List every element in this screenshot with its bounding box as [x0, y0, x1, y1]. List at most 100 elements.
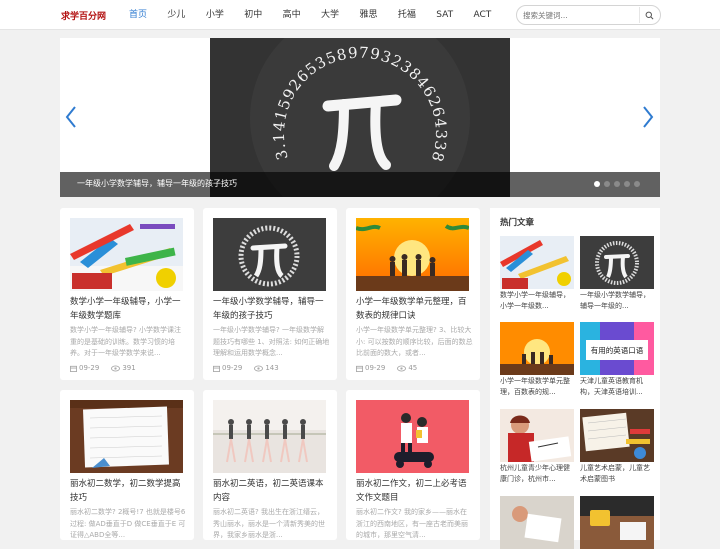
pi-chalkboard-image: [213, 218, 326, 291]
hot-article-title[interactable]: 小学一年级数学单元整理，百数表的规...: [500, 376, 574, 398]
carousel-dot[interactable]: [624, 181, 630, 187]
hot-article-thumbnail[interactable]: [500, 322, 574, 375]
calendar-icon: [213, 365, 220, 372]
pi-chalkboard-image: [580, 236, 654, 289]
banner-caption[interactable]: 一年级小学数学辅导，辅导一年级的孩子技巧: [77, 178, 237, 189]
nav-home[interactable]: 首页: [121, 0, 155, 30]
nav-kids[interactable]: 少儿: [159, 0, 193, 30]
hot-article-thumbnail[interactable]: 有用的英语口语: [580, 322, 654, 375]
banner-caption-bar: 一年级小学数学辅导，辅导一年级的孩子技巧: [60, 172, 660, 197]
carousel-dots: [594, 181, 640, 187]
article-thumbnail[interactable]: [356, 218, 469, 291]
hot-article-thumbnail[interactable]: [580, 496, 654, 549]
carousel-prev-button[interactable]: [63, 104, 79, 130]
nav-university[interactable]: 大学: [313, 0, 347, 30]
hot-article-title[interactable]: 杭州儿童青少年心理健康门诊，杭州市...: [500, 463, 574, 485]
article-title[interactable]: 数学小学一年级辅导，小学一年级数学题库: [70, 295, 187, 323]
article-title[interactable]: 一年级小学数学辅导，辅导一年级的孩子技巧: [213, 295, 330, 323]
hot-article-title[interactable]: 数学小学一年级辅导，小学一年级数...: [500, 290, 574, 312]
carousel-dot[interactable]: [604, 181, 610, 187]
hot-article-item[interactable]: 小学一年级数学单元整理，百数表的规...: [500, 322, 574, 398]
article-card: 一年级小学数学辅导，辅导一年级的孩子技巧 一年级小学数学辅导? 一年级数学解题技…: [203, 208, 337, 380]
chevron-right-icon: [643, 106, 654, 128]
eye-icon: [397, 365, 407, 371]
article-excerpt: 数学小学一年级辅导? 小学数学课注重的是基础的训练。数学习惯的培养。对于一年级学…: [70, 326, 181, 357]
banner-carousel: 3.14159265358979323846264338327950288419…: [60, 38, 660, 197]
hot-articles-panel: 热门文章 数学小学一年级辅导，小学一年级数... 一年级小学数学辅导，辅导一年级…: [490, 208, 660, 549]
article-thumbnail[interactable]: [213, 400, 326, 473]
art-supplies-image: [580, 409, 654, 462]
article-card: 丽水初二数学，初二数学提高技巧 丽水初二数学? 2概号!7 也就是楼号6 过程:…: [60, 390, 194, 540]
english-sign-image: 有用的英语口语: [580, 322, 654, 375]
article-card: 小学一年级数学单元整理，百数表的规律口诀 小学一年级数学单元整理? 3、比较大小…: [346, 208, 480, 380]
article-excerpt: 小学一年级数学单元整理? 3、比较大小: 可以按数的顺序比较，后面的数总比前面的…: [356, 326, 473, 357]
nav-act[interactable]: ACT: [465, 0, 499, 30]
carousel-dot[interactable]: [594, 181, 600, 187]
hot-article-thumbnail[interactable]: [500, 236, 574, 289]
hot-article-item[interactable]: 数学小学一年级辅导，小学一年级数...: [500, 236, 574, 312]
hot-article-item[interactable]: 杭州儿童青少年心理健康门诊，杭州市...: [500, 409, 574, 485]
article-thumbnail[interactable]: [70, 218, 183, 291]
article-title[interactable]: 丽水初二数学，初二数学提高技巧: [70, 477, 187, 505]
nav-sat[interactable]: SAT: [428, 0, 461, 30]
top-navbar: 求学百分网 首页 少儿 小学 初中 高中 大学 雅思 托福 SAT ACT: [0, 0, 720, 30]
child-drawing-image: [500, 409, 574, 462]
article-meta: 09-29 391: [70, 364, 148, 372]
hot-article-thumbnail[interactable]: [580, 409, 654, 462]
article-card: 丽水初二作文，初二上必考语文作文题目 丽水初二作文? 我的家乡——丽水在浙江的西…: [346, 390, 480, 540]
illustration-people-image: [356, 400, 469, 473]
main-nav: 首页 少儿 小学 初中 高中 大学 雅思 托福 SAT ACT: [121, 0, 504, 30]
stationery-image: [70, 218, 183, 291]
chevron-left-icon: [65, 106, 76, 128]
article-thumbnail[interactable]: [70, 400, 183, 473]
hot-article-item[interactable]: [580, 496, 654, 549]
article-excerpt: 丽水初二作文? 我的家乡——丽水在浙江的西南地区，有一座古老而美丽的城市，那里空…: [356, 508, 468, 539]
nav-toefl[interactable]: 托福: [390, 0, 424, 30]
article-excerpt: 一年级小学数学辅导? 一年级数学解题技巧有哪些 1、对照法: 如何正确地理解和运…: [213, 326, 330, 357]
search-button[interactable]: [639, 7, 659, 23]
hot-article-title[interactable]: 一年级小学数学辅导，辅导一年级的...: [580, 290, 654, 312]
carousel-dot[interactable]: [634, 181, 640, 187]
article-views: 391: [122, 364, 136, 372]
article-date: 09-29: [79, 364, 100, 372]
carousel-dot[interactable]: [614, 181, 620, 187]
hot-article-title[interactable]: 儿童艺术启蒙，儿童艺术启蒙图书: [580, 463, 654, 485]
carousel-next-button[interactable]: [640, 104, 656, 130]
article-excerpt: 丽水初二数学? 2概号!7 也就是楼号6 过程: 做AD垂直于D 做CE垂直于E…: [70, 508, 186, 539]
article-excerpt: 丽水初二英语? 我出生在浙江缙云，秀山丽水，丽水是一个清新秀美的世界，我家乡丽水…: [213, 508, 325, 539]
article-thumbnail[interactable]: [356, 400, 469, 473]
site-logo[interactable]: 求学百分网: [61, 9, 106, 22]
article-title[interactable]: 丽水初二英语，初二英语课本内容: [213, 477, 330, 505]
article-title[interactable]: 小学一年级数学单元整理，百数表的规律口诀: [356, 295, 473, 323]
article-date: 09-29: [222, 364, 243, 372]
nav-ielts[interactable]: 雅思: [351, 0, 385, 30]
stationery-image: [500, 236, 574, 289]
hot-article-thumbnail[interactable]: [500, 409, 574, 462]
paper-on-wood-image: [70, 400, 183, 473]
hot-articles-title: 热门文章: [500, 218, 535, 228]
search-box: [516, 5, 661, 25]
nav-junior-high[interactable]: 初中: [236, 0, 270, 30]
eye-icon: [111, 365, 121, 371]
hot-article-thumbnail[interactable]: [500, 496, 574, 549]
hot-article-title[interactable]: 天津儿童英语教育机构，天津英语培训...: [580, 376, 654, 398]
nav-primary[interactable]: 小学: [198, 0, 232, 30]
hot-article-item[interactable]: 有用的英语口语 天津儿童英语教育机构，天津英语培训...: [580, 322, 654, 398]
hot-article-item[interactable]: [500, 496, 574, 549]
hot-article-thumbnail[interactable]: [580, 236, 654, 289]
article-views: 45: [408, 364, 418, 372]
article-meta: 09-29 143: [213, 364, 291, 372]
reading-child-image: [500, 496, 574, 549]
article-meta: 09-29 45: [356, 364, 429, 372]
search-input[interactable]: [523, 8, 635, 22]
sunset-children-image: [500, 322, 574, 375]
hot-article-item[interactable]: 一年级小学数学辅导，辅导一年级的...: [580, 236, 654, 312]
article-thumbnail[interactable]: [213, 218, 326, 291]
calendar-icon: [70, 365, 77, 372]
hot-article-item[interactable]: 儿童艺术启蒙，儿童艺术启蒙图书: [580, 409, 654, 485]
eye-icon: [254, 365, 264, 371]
article-date: 09-29: [365, 364, 386, 372]
sunset-children-image: [356, 218, 469, 291]
article-title[interactable]: 丽水初二作文，初二上必考语文作文题目: [356, 477, 473, 505]
nav-senior-high[interactable]: 高中: [275, 0, 309, 30]
